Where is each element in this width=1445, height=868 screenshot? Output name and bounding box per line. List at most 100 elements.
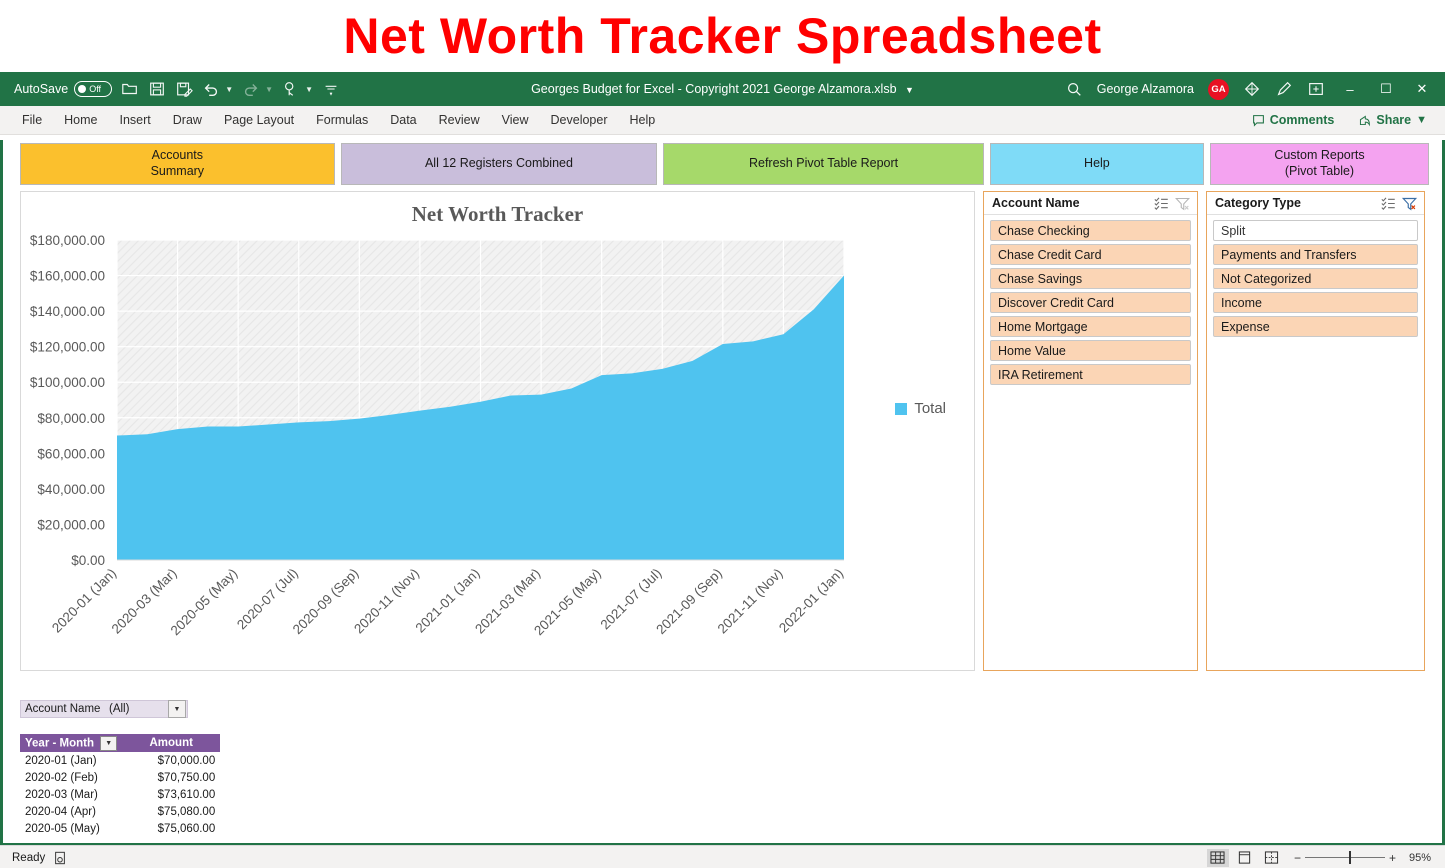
tab-developer[interactable]: Developer <box>541 109 618 131</box>
clear-filter-icon[interactable] <box>1174 196 1191 211</box>
tab-view[interactable]: View <box>492 109 539 131</box>
pivot-table: Account Name (All) ▼ Year - Month ▼ Amou… <box>20 700 221 837</box>
chart-legend: Total <box>895 400 946 417</box>
refresh-pivot-button[interactable]: Refresh Pivot Table Report <box>663 143 984 185</box>
slicer-item-not-categorized[interactable]: Not Categorized <box>1213 268 1418 289</box>
share-dropdown-icon[interactable]: ▼ <box>1416 114 1427 126</box>
pen-icon[interactable] <box>1275 80 1293 98</box>
minimize-button[interactable]: – <box>1339 82 1361 97</box>
svg-text:$80,000.00: $80,000.00 <box>37 411 105 426</box>
normal-view-icon <box>1210 850 1226 864</box>
zoom-out-button[interactable]: − <box>1294 851 1301 865</box>
slicer-account-title: Account Name <box>992 196 1080 210</box>
tab-review[interactable]: Review <box>429 109 490 131</box>
accessibility-icon[interactable] <box>53 851 67 865</box>
net-worth-chart[interactable]: Net Worth Tracker $180,000.00 $160,000.00… <box>20 191 975 671</box>
diamond-icon[interactable] <box>1243 80 1261 98</box>
search-icon[interactable] <box>1065 80 1083 98</box>
slicer-item-home-value[interactable]: Home Value <box>990 340 1191 361</box>
touch-mode-dropdown-icon[interactable]: ▼ <box>305 85 313 94</box>
slicer-item-income[interactable]: Income <box>1213 292 1418 313</box>
all-registers-label: All 12 Registers Combined <box>424 156 573 171</box>
save-as-icon[interactable] <box>175 80 194 98</box>
tab-data[interactable]: Data <box>380 109 426 131</box>
slicer-item-split[interactable]: Split <box>1213 220 1418 241</box>
svg-text:$60,000.00: $60,000.00 <box>37 446 105 461</box>
comments-button[interactable]: Comments <box>1244 110 1343 130</box>
tab-draw[interactable]: Draw <box>163 109 212 131</box>
pivot-col-period-label: Year - Month <box>25 737 95 750</box>
slicer-item-ira-retirement[interactable]: IRA Retirement <box>990 364 1191 385</box>
page-break-preview-button[interactable] <box>1261 849 1283 867</box>
page-banner: Net Worth Tracker Spreadsheet <box>0 0 1445 72</box>
table-row: 2020-02 (Feb) $70,750.00 <box>20 769 221 786</box>
tab-insert[interactable]: Insert <box>110 109 161 131</box>
pivot-cell-period: 2020-05 (May) <box>20 820 123 837</box>
all-registers-button[interactable]: All 12 Registers Combined <box>340 143 658 185</box>
share-button[interactable]: Share ▼ <box>1350 110 1435 130</box>
open-folder-icon[interactable] <box>121 80 139 98</box>
help-button[interactable]: Help <box>989 143 1204 185</box>
share-icon <box>1360 115 1371 126</box>
pivot-col-period: Year - Month ▼ <box>20 734 123 752</box>
touch-mode-icon[interactable] <box>282 80 300 98</box>
save-icon[interactable] <box>148 80 166 98</box>
pivot-cell-amount: $70,750.00 <box>122 769 221 786</box>
pivot-filter-dropdown-icon[interactable]: ▼ <box>168 700 186 718</box>
pivot-sort-filter-icon[interactable]: ▼ <box>100 735 118 751</box>
custom-reports-button[interactable]: Custom Reports (Pivot Table) <box>1209 143 1429 185</box>
undo-dropdown-icon[interactable]: ▼ <box>225 85 233 94</box>
tab-file[interactable]: File <box>12 109 52 131</box>
slicer-account-name[interactable]: Account Name Chase Checking Chase Credit… <box>983 191 1198 671</box>
pivot-cell-amount: $70,000.00 <box>122 752 221 769</box>
close-button[interactable]: ✕ <box>1411 81 1433 97</box>
slicer-item-chase-credit-card[interactable]: Chase Credit Card <box>990 244 1191 265</box>
page-layout-view-icon <box>1239 850 1251 864</box>
ribbon-display-options-icon[interactable] <box>1307 80 1325 98</box>
zoom-track[interactable] <box>1304 851 1385 864</box>
normal-view-button[interactable] <box>1206 848 1229 867</box>
tab-page-layout[interactable]: Page Layout <box>214 109 304 131</box>
user-name[interactable]: George Alzamora <box>1097 82 1194 96</box>
customize-qat-icon[interactable] <box>322 80 340 98</box>
maximize-button[interactable]: ☐ <box>1375 81 1397 97</box>
page-layout-view-button[interactable] <box>1234 849 1256 867</box>
status-right: − + 95% <box>1206 848 1445 867</box>
zoom-slider[interactable]: − + <box>1294 851 1396 865</box>
excel-window: Net Worth Tracker Spreadsheet AutoSave O… <box>0 0 1445 868</box>
tab-help[interactable]: Help <box>620 109 666 131</box>
slicer-item-chase-savings[interactable]: Chase Savings <box>990 268 1191 289</box>
svg-text:$20,000.00: $20,000.00 <box>37 517 105 532</box>
slicer-item-discover-credit-card[interactable]: Discover Credit Card <box>990 292 1191 313</box>
undo-icon[interactable] <box>202 80 220 98</box>
autosave-label: AutoSave <box>14 82 69 96</box>
status-bar: Ready − + 95% <box>0 845 1445 868</box>
autosave-control[interactable]: AutoSave Off <box>14 81 113 97</box>
title-dropdown-icon[interactable]: ▼ <box>905 85 914 95</box>
slicer-item-chase-checking[interactable]: Chase Checking <box>990 220 1191 241</box>
legend-swatch-total <box>895 402 908 415</box>
pivot-cell-amount: $75,080.00 <box>122 803 221 820</box>
zoom-in-button[interactable]: + <box>1389 851 1396 865</box>
avatar[interactable]: GA <box>1208 78 1229 100</box>
slicer-category-type[interactable]: Category Type Split Payments and Transfe… <box>1206 191 1425 671</box>
tab-home[interactable]: Home <box>54 109 107 131</box>
slicer-category-items: Split Payments and Transfers Not Categor… <box>1207 215 1424 342</box>
slicer-item-payments-and-transfers[interactable]: Payments and Transfers <box>1213 244 1418 265</box>
zoom-level[interactable]: 95% <box>1401 852 1431 864</box>
document-title[interactable]: Georges Budget for Excel - Copyright 202… <box>531 82 896 96</box>
ribbon-tabs: File Home Insert Draw Page Layout Formul… <box>0 109 665 131</box>
navigation-button-row: Accounts Summary All 12 Registers Combin… <box>0 135 1445 191</box>
multi-select-icon[interactable] <box>1153 196 1170 211</box>
pivot-filter-row: Account Name (All) ▼ <box>20 700 188 718</box>
slicer-item-expense[interactable]: Expense <box>1213 316 1418 337</box>
pivot-filter-label: Account Name <box>25 703 101 715</box>
multi-select-icon[interactable] <box>1380 196 1397 211</box>
pivot-cell-amount: $75,060.00 <box>122 820 221 837</box>
zoom-thumb[interactable] <box>1348 851 1351 864</box>
autosave-toggle[interactable]: Off <box>74 81 113 97</box>
clear-filter-icon[interactable] <box>1401 196 1418 211</box>
tab-formulas[interactable]: Formulas <box>306 109 378 131</box>
slicer-item-home-mortgage[interactable]: Home Mortgage <box>990 316 1191 337</box>
accounts-summary-button[interactable]: Accounts Summary <box>20 143 335 185</box>
